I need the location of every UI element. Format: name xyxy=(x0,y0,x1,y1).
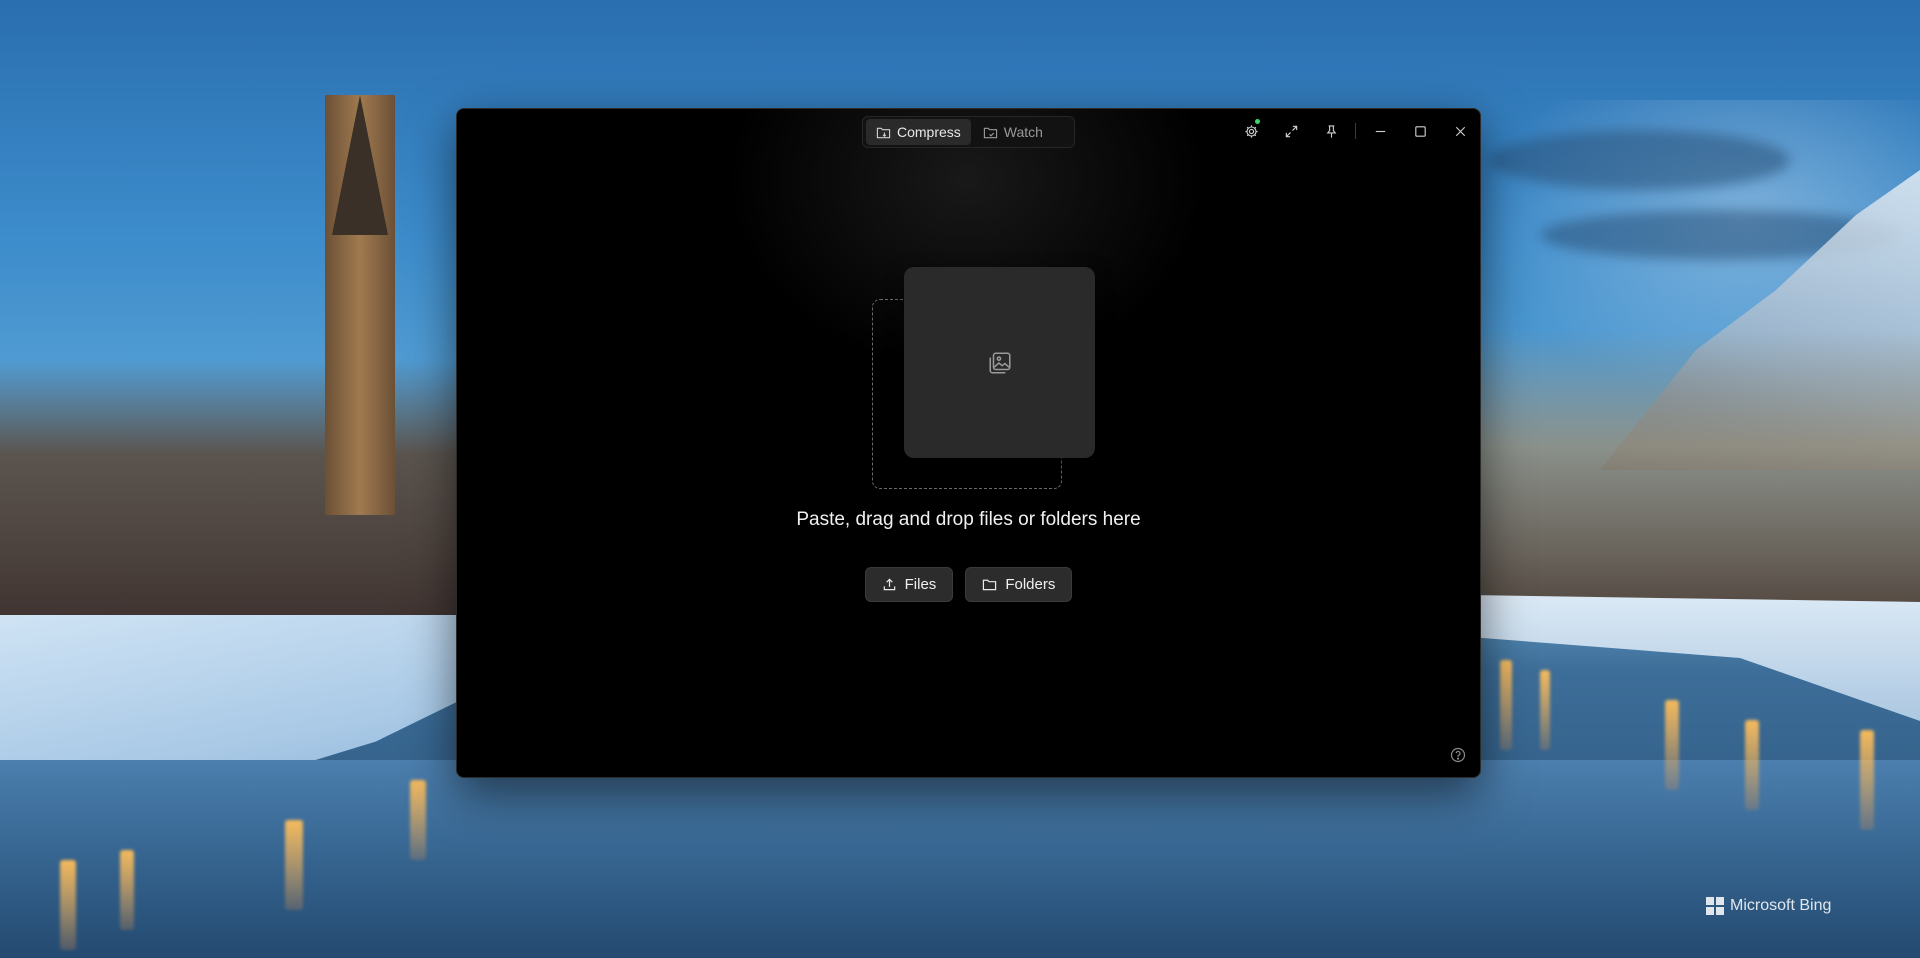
titlebar[interactable]: Compress Watch xyxy=(457,109,1480,153)
files-button[interactable]: Files xyxy=(864,567,954,602)
watermark-text: Microsoft Bing xyxy=(1730,897,1832,914)
town-right xyxy=(1470,330,1920,620)
tab-watch-label: Watch xyxy=(1003,124,1043,140)
pin-icon xyxy=(1326,124,1336,138)
folder-watch-icon xyxy=(983,127,997,138)
tab-watch[interactable]: Watch xyxy=(973,119,1053,145)
folders-button-label: Folders xyxy=(1005,576,1056,593)
drop-zone[interactable] xyxy=(872,267,1097,493)
folders-button[interactable]: Folders xyxy=(965,567,1073,602)
drop-prompt: Paste, drag and drop files or folders he… xyxy=(796,509,1141,530)
maximize-button[interactable] xyxy=(1400,109,1440,153)
mode-switch: Compress Watch xyxy=(862,116,1075,148)
help-icon xyxy=(1450,747,1466,763)
files-button-label: Files xyxy=(904,576,937,593)
folder-icon xyxy=(983,579,997,591)
status-dot xyxy=(1255,119,1260,124)
light-reflection xyxy=(285,820,303,910)
titlebar-divider xyxy=(1355,123,1356,139)
light-reflection xyxy=(1540,670,1550,750)
light-reflection xyxy=(60,860,76,950)
town-left xyxy=(0,360,470,630)
maximize-icon xyxy=(1414,125,1426,137)
light-reflection xyxy=(1745,720,1759,810)
tab-compress-label: Compress xyxy=(897,124,961,140)
expand-button[interactable] xyxy=(1271,109,1311,153)
close-button[interactable] xyxy=(1440,109,1480,153)
settings-button[interactable] xyxy=(1231,109,1271,153)
app-window: Compress Watch Paste, drag and drop file… xyxy=(456,108,1481,778)
cloud xyxy=(1490,130,1790,190)
minimize-icon xyxy=(1375,130,1385,132)
help-button[interactable] xyxy=(1448,745,1468,765)
light-reflection xyxy=(1500,660,1512,750)
image-card xyxy=(904,267,1095,458)
action-row: Files Folders xyxy=(457,567,1480,602)
expand-icon xyxy=(1285,125,1297,137)
snow-bank-right xyxy=(1470,595,1920,721)
windows-logo-icon xyxy=(1706,897,1724,915)
minimize-button[interactable] xyxy=(1360,109,1400,153)
light-reflection xyxy=(410,780,426,860)
light-reflection xyxy=(120,850,134,930)
pin-button[interactable] xyxy=(1311,109,1351,153)
image-stack-icon xyxy=(988,351,1011,374)
light-reflection xyxy=(1860,730,1874,830)
close-icon xyxy=(1455,126,1465,136)
gear-icon xyxy=(1244,124,1258,138)
title-actions xyxy=(1231,109,1480,153)
light-reflection xyxy=(1665,700,1679,790)
upload-icon xyxy=(883,578,895,591)
bing-watermark: Microsoft Bing xyxy=(1706,897,1831,915)
folder-compress-icon xyxy=(876,127,891,138)
tab-compress[interactable]: Compress xyxy=(866,119,971,145)
